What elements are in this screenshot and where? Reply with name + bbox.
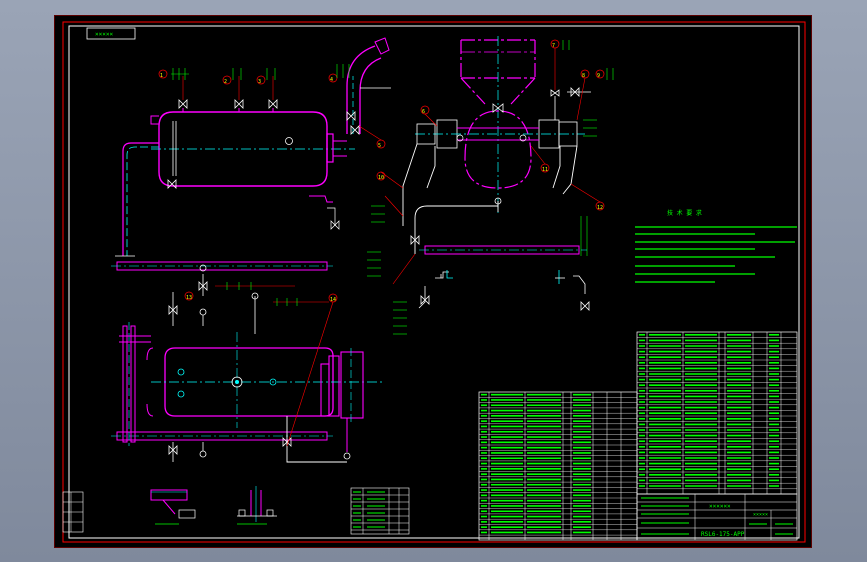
svg-text:5: 5 [378,143,381,149]
horizontal-tank-bottom [111,261,385,463]
title-block-sub: ××××× [753,512,768,518]
parts-list-lower [478,391,638,541]
drawing-number: RSL6-175-APP [701,531,745,538]
nozzle-table [350,487,410,535]
callout-group-top-left: 1 2 3 [158,68,276,100]
title-block-label: ×××××× [709,503,731,510]
svg-text:9: 9 [597,73,600,79]
svg-text:4: 4 [330,77,333,83]
section-markers [309,195,340,230]
svg-text:3: 3 [258,79,261,85]
svg-text:8: 8 [582,73,585,79]
horizontal-tank-top [151,111,355,187]
left-pipe-run [115,115,159,257]
parts-list-upper [636,331,798,495]
drawing-sheet: ××××× 1 2 3 4 5 6 7 8 9 10 11 12 技 术 要 求… [54,15,812,548]
technical-notes: 技 术 要 求 [635,209,797,283]
reactor-vessel [415,103,585,205]
svg-text:7: 7 [552,43,555,49]
hopper [460,36,536,216]
svg-text:10: 10 [378,175,384,181]
svg-text:12: 12 [597,205,603,211]
stamp-text: ××××× [95,31,113,38]
title-block: ×××××× ××××× RSL6-175-APP [636,493,798,541]
detail-view-a [150,489,196,525]
vessel-drain-lines [402,87,591,254]
svg-text:13: 13 [186,295,192,301]
svg-text:6: 6 [422,109,425,115]
top-valves[interactable] [167,99,278,189]
distribution-header [418,245,590,311]
svg-text:11: 11 [542,167,548,173]
detail-view-b [237,486,277,525]
cad-viewport[interactable]: ××××× 1 2 3 4 5 6 7 8 9 10 11 12 技 术 要 求… [0,0,867,562]
svg-text:2: 2 [224,79,227,85]
svg-text:1: 1 [160,73,163,79]
callout-group-elbow: 4 5 [328,64,386,149]
revision-box [62,491,84,533]
elbow-pipe [346,37,391,135]
drawing-canvas: ××××× 1 2 3 4 5 6 7 8 9 10 11 12 技 术 要 求… [62,21,806,543]
svg-text:技 术 要 求: 技 术 要 求 [667,209,702,217]
callout-group-bottom-left: 13 14 [184,282,338,447]
